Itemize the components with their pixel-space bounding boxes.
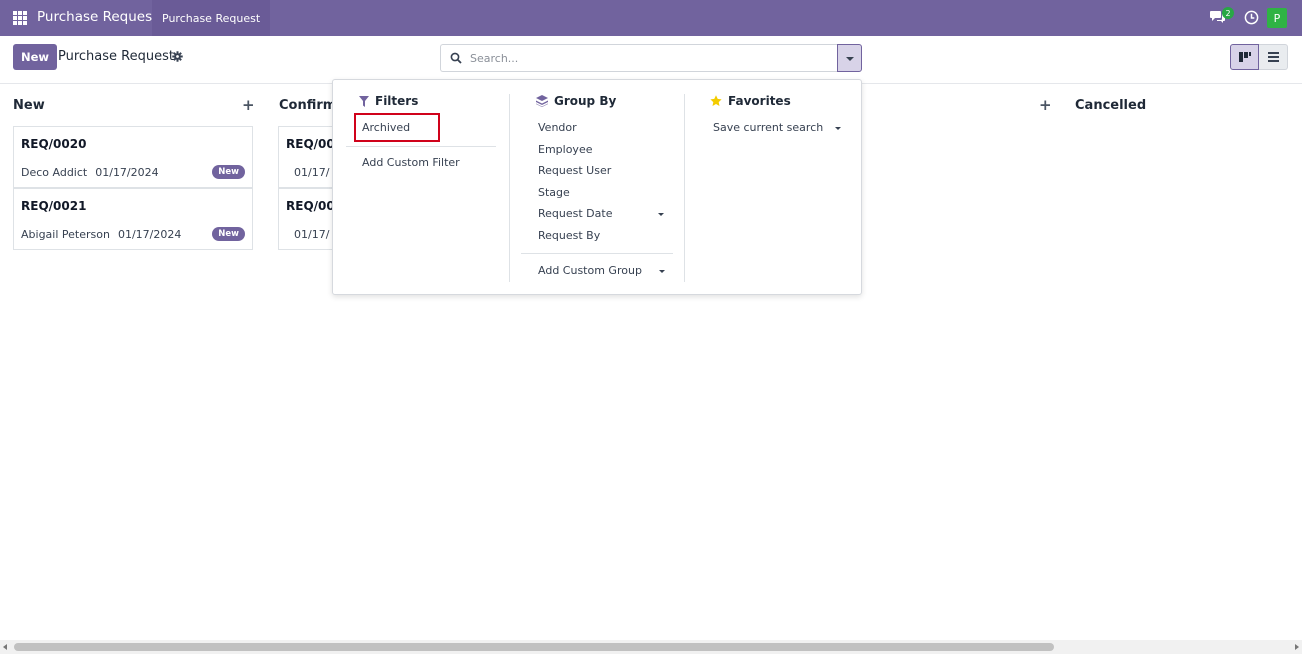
caret-down-icon[interactable] [835,127,841,130]
app-name[interactable]: Purchase Request [37,9,157,25]
funnel-icon [359,95,369,107]
caret-down-icon[interactable] [659,270,665,273]
favorites-header: Favorites [710,94,791,108]
user-avatar[interactable]: P [1267,8,1287,28]
clock-icon[interactable] [1244,10,1259,25]
list-view-button[interactable] [1259,44,1288,70]
group-by-request-by[interactable]: Request By [538,229,600,242]
status-badge: New [212,165,245,179]
search-options-toggle[interactable] [837,44,862,72]
group-by-stage[interactable]: Stage [538,186,570,199]
search-box [440,44,838,72]
top-navbar: Purchase Request Purchase Request 2 P [0,0,1302,36]
quick-create-plus-icon[interactable]: + [1039,96,1052,114]
control-panel: New Purchase Request [0,36,1302,84]
gear-icon[interactable] [172,51,183,62]
caret-down-icon[interactable] [658,213,664,216]
group-by-title: Group By [554,94,617,108]
nav-menu-purchase-request[interactable]: Purchase Request [152,0,271,36]
filter-archived[interactable]: Archived [362,121,410,134]
search-options-dropdown: Filters Archived Add Custom Filter Group… [332,79,862,295]
save-current-search[interactable]: Save current search [713,121,823,134]
scrollbar-thumb[interactable] [14,643,1054,651]
kanban-card[interactable]: REQ/0021 Abigail Peterson 01/17/2024 New [13,188,253,250]
card-partner: Deco Addict [21,166,88,179]
quick-create-plus-icon[interactable]: + [242,96,255,114]
scroll-right-arrow-icon[interactable] [1295,644,1299,650]
favorites-title: Favorites [728,94,791,108]
favorites-section: Favorites Save current search [685,80,861,294]
filters-title: Filters [375,94,419,108]
add-custom-filter[interactable]: Add Custom Filter [362,156,460,169]
new-button[interactable]: New [13,44,58,70]
group-by-request-user[interactable]: Request User [538,164,611,177]
card-date: 01/17/2024 [95,166,159,179]
search-icon [450,52,462,64]
chat-count-badge: 2 [1222,7,1234,19]
card-reference: REQ/0021 [21,199,87,213]
kanban-view-button[interactable] [1230,44,1259,70]
star-icon [710,95,722,106]
list-icon [1268,52,1279,62]
card-date: 01/17/2024 [117,228,182,241]
group-by-header: Group By [536,94,616,108]
filters-header: Filters [359,94,418,108]
card-meta: Abigail Peterson 01/17/2024 [21,228,181,241]
card-date: 01/17/ [294,166,330,179]
column-title-cancelled: Cancelled [1075,98,1147,113]
scroll-left-arrow-icon[interactable] [3,644,7,650]
divider [521,253,673,254]
card-meta: Deco Addict 01/17/2024 [21,166,159,179]
filters-section: Filters Archived Add Custom Filter [333,80,509,294]
kanban-card[interactable]: REQ/0020 Deco Addict 01/17/2024 New [13,126,253,188]
search-input[interactable] [470,48,830,68]
card-date: 01/17/ [294,228,330,241]
group-by-section: Group By Vendor Employee Request User St… [510,80,684,294]
horizontal-scrollbar[interactable] [0,640,1302,654]
card-reference: REQ/0020 [21,137,87,151]
divider [346,146,496,147]
caret-down-icon [846,57,854,61]
kanban-icon [1239,52,1251,62]
add-custom-group[interactable]: Add Custom Group [538,264,642,277]
card-partner: Abigail Peterson [21,228,110,241]
group-by-request-date[interactable]: Request Date [538,207,612,220]
group-by-employee[interactable]: Employee [538,143,592,156]
status-badge: New [212,227,245,241]
apps-grid-icon[interactable] [13,11,27,25]
layers-icon [536,95,548,107]
column-title-new: New [13,98,45,113]
group-by-vendor[interactable]: Vendor [538,121,577,134]
page-title: Purchase Request [58,49,174,64]
